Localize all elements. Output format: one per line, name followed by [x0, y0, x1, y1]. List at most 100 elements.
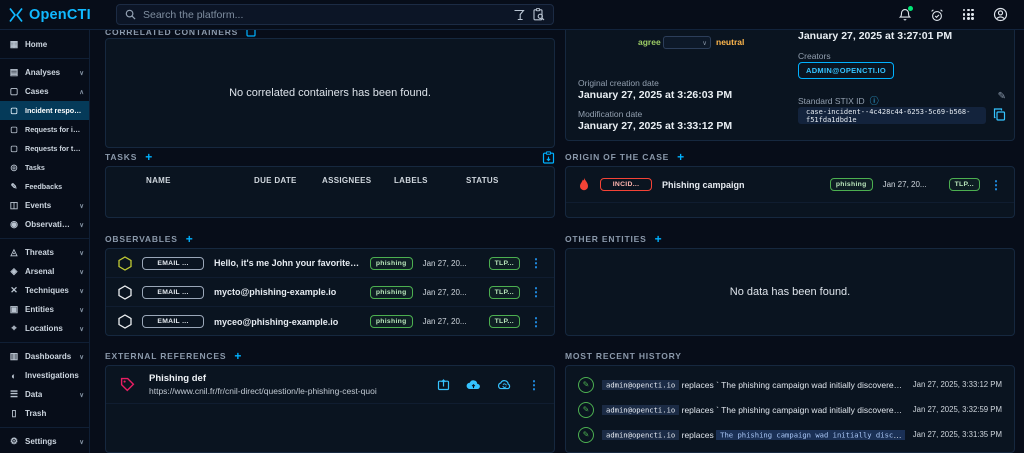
sidebar-item-feedbacks[interactable]: ✎ Feedbacks — [0, 177, 89, 196]
apps-grid-icon[interactable] — [961, 7, 976, 22]
observations-icon: ◉ — [9, 219, 19, 230]
column-name[interactable]: Name — [146, 176, 254, 185]
info-icon[interactable]: ⓘ — [870, 94, 879, 107]
sidebar-item-home[interactable]: ▦ Home — [0, 35, 89, 54]
sidebar-item-data[interactable]: ☰ Data ∨ — [0, 385, 89, 404]
opencti-logo[interactable]: OpenCTI — [0, 7, 100, 23]
row-menu-icon[interactable]: ⋮ — [990, 180, 1002, 190]
chevron-down-icon: ∨ — [79, 325, 84, 333]
history-timestamp: Jan 27, 2025, 3:31:35 PM — [913, 430, 1002, 439]
sidebar-item-events[interactable]: ◫ Events ∨ — [0, 196, 89, 215]
chevron-down-icon: ∨ — [79, 391, 84, 399]
other-entities-panel: No data has been found. — [565, 248, 1015, 336]
modification-date-value: January 27, 2025 at 3:33:12 PM — [578, 120, 732, 132]
chevron-down-icon: ∨ — [79, 287, 84, 295]
chevron-down-icon: ∨ — [79, 306, 84, 314]
chevron-down-icon: ∨ — [79, 69, 84, 77]
history-user-chip: admin@opencti.io — [602, 405, 679, 415]
sidebar-item-techniques[interactable]: ✕ Techniques ∨ — [0, 281, 89, 300]
sidebar-item-threats[interactable]: ◬ Threats ∨ — [0, 243, 89, 262]
external-reference-url: https://www.cnil.fr/fr/cnil-direct/quest… — [149, 386, 423, 396]
add-entity-button[interactable]: + — [655, 234, 662, 244]
sidebar-item-entities[interactable]: ▣ Entities ∨ — [0, 300, 89, 319]
column-labels[interactable]: Labels — [394, 176, 466, 185]
tasks-icon: ◎ — [9, 163, 19, 172]
entity-type-chip[interactable]: INCID... — [600, 178, 652, 191]
sidebar-item-settings[interactable]: ⚙ Settings ∨ — [0, 432, 89, 451]
row-menu-icon[interactable]: ⋮ — [530, 317, 542, 327]
history-row[interactable]: ✎ admin@opencti.io replaces The phishing… — [566, 422, 1014, 447]
cases-icon: ▢ — [9, 86, 19, 97]
sidebar-item-dashboards[interactable]: ▥ Dashboards ∨ — [0, 347, 89, 366]
marking-chip[interactable]: TLP... — [949, 178, 980, 191]
other-entities-header: Other entities + — [565, 233, 1015, 245]
sidebar-item-observations[interactable]: ◉ Observations ∨ — [0, 215, 89, 234]
sidebar-item-cases[interactable]: ▢ Cases ∧ — [0, 82, 89, 101]
opinion-select[interactable]: ∨ — [663, 36, 711, 49]
observable-row[interactable]: EMAIL ... myceo@phishing-example.io phis… — [106, 307, 554, 336]
label-chip[interactable]: phishing — [370, 257, 413, 270]
label-chip[interactable]: phishing — [370, 286, 413, 299]
drafts-check-icon[interactable] — [929, 7, 944, 22]
origin-row[interactable]: INCID... Phishing campaign phishing Jan … — [566, 167, 1014, 203]
sidebar-item-analyses[interactable]: ▤ Analyses ∨ — [0, 63, 89, 82]
external-reference-row[interactable]: Phishing def https://www.cnil.fr/fr/cnil… — [106, 366, 554, 404]
observable-row[interactable]: EMAIL ... Hello, it's me John your favor… — [106, 249, 554, 278]
row-menu-icon[interactable]: ⋮ — [528, 380, 540, 390]
account-icon[interactable] — [993, 7, 1008, 22]
observables-header: Observables + — [105, 233, 555, 245]
bulk-search-icon[interactable] — [532, 8, 545, 21]
notifications-bell-icon[interactable] — [897, 7, 912, 22]
edit-pencil-icon[interactable]: ✎ — [998, 91, 1006, 102]
chevron-down-icon: ∨ — [702, 39, 707, 47]
column-due-date[interactable]: Due date — [254, 176, 322, 185]
search-input[interactable] — [143, 9, 506, 21]
sidebar-item-arsenal[interactable]: ◈ Arsenal ∨ — [0, 262, 89, 281]
observable-row[interactable]: EMAIL ... mycto@phishing-example.io phis… — [106, 278, 554, 307]
topbar-actions — [897, 7, 1024, 22]
row-menu-icon[interactable]: ⋮ — [530, 258, 542, 268]
add-origin-button[interactable]: + — [677, 152, 684, 162]
history-row[interactable]: ✎ admin@opencti.io replaces ` The phishi… — [566, 372, 1014, 397]
column-status[interactable]: Status — [466, 176, 544, 185]
label-chip[interactable]: phishing — [830, 178, 873, 191]
label-chip[interactable]: phishing — [370, 315, 413, 328]
creator-chip[interactable]: ADMIN@OPENCTI.IO — [798, 62, 894, 79]
sidebar-item-trash[interactable]: ▯ Trash — [0, 404, 89, 423]
sidebar-item-tasks[interactable]: ◎ Tasks — [0, 158, 89, 177]
marking-chip[interactable]: TLP... — [489, 257, 520, 270]
add-observable-button[interactable]: + — [186, 234, 193, 244]
sidebar-item-locations[interactable]: ⌖ Locations ∨ — [0, 319, 89, 338]
open-in-platform-icon[interactable] — [437, 378, 450, 391]
copy-icon[interactable] — [993, 108, 1006, 121]
history-row[interactable]: ✎ admin@opencti.io replaces ` The phishi… — [566, 397, 1014, 422]
filters-icon[interactable] — [513, 9, 525, 21]
marking-chip[interactable]: TLP... — [489, 286, 520, 299]
column-assignees[interactable]: Assignees — [322, 176, 394, 185]
observable-type-chip[interactable]: EMAIL ... — [142, 315, 204, 328]
sidebar-item-investigations[interactable]: ◐ Investigations — [0, 366, 89, 385]
chevron-down-icon: ∨ — [79, 438, 84, 446]
apply-case-template-icon[interactable] — [542, 151, 555, 164]
marking-chip[interactable]: TLP... — [489, 315, 520, 328]
history-row[interactable]: ✎ admin@opencti.io replaces The phishing… — [566, 447, 1014, 453]
sidebar-item-incident-responses[interactable]: ▢ Incident respons... — [0, 101, 89, 120]
original-creation-date-value: January 27, 2025 at 3:26:03 PM — [578, 89, 732, 101]
entities-icon: ▣ — [9, 304, 19, 315]
search-bar[interactable] — [116, 4, 554, 25]
sidebar-item-requests-for-information[interactable]: ▢ Requests for info... — [0, 120, 89, 139]
observable-type-chip[interactable]: EMAIL ... — [142, 286, 204, 299]
cloud-upload-icon[interactable] — [466, 379, 481, 390]
add-task-button[interactable]: + — [145, 152, 152, 162]
tasks-panel: Name Due date Assignees Labels Status — [105, 166, 555, 218]
row-menu-icon[interactable]: ⋮ — [530, 287, 542, 297]
sidebar-item-requests-for-takedown[interactable]: ▢ Requests for tak... — [0, 139, 89, 158]
history-message: admin@opencti.io replaces ` The phishing… — [602, 380, 905, 390]
opinion-agree-label: agree — [638, 37, 661, 47]
history-message: admin@opencti.io replaces The phishing c… — [602, 430, 905, 440]
locations-icon: ⌖ — [9, 323, 19, 334]
events-icon: ◫ — [9, 200, 19, 211]
cloud-refresh-icon[interactable] — [497, 379, 512, 390]
observable-type-chip[interactable]: EMAIL ... — [142, 257, 204, 270]
add-external-reference-button[interactable]: + — [234, 351, 241, 361]
